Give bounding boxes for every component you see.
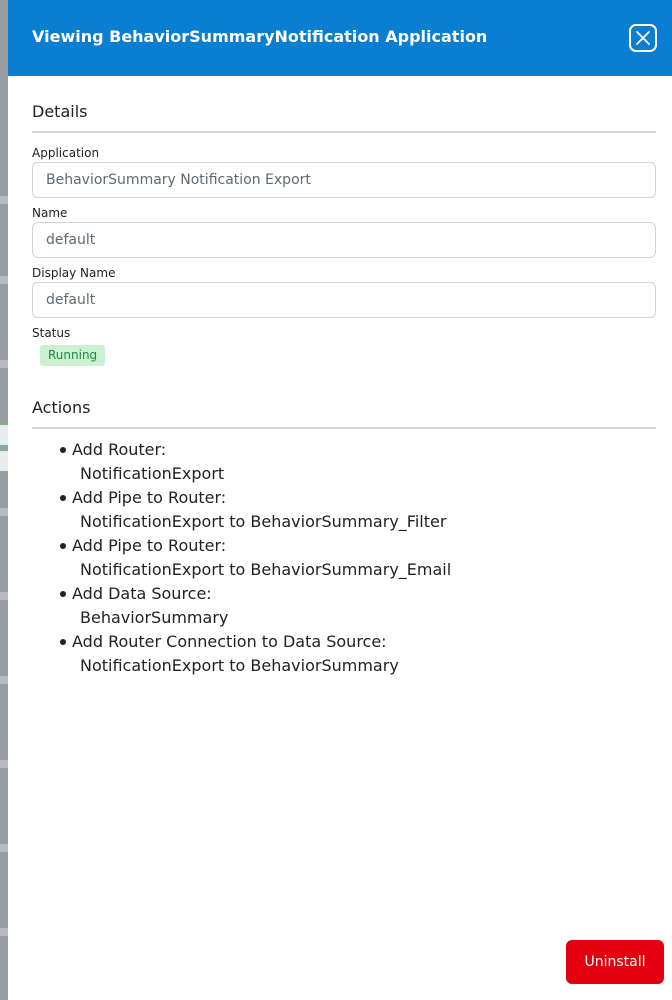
application-label: Application: [32, 146, 100, 160]
bullet-icon: [60, 495, 66, 501]
actions-section-title: Actions: [32, 398, 91, 417]
background-stripe: [0, 196, 8, 204]
action-label: Add Pipe to Router:: [72, 536, 227, 555]
bullet-icon: [60, 591, 66, 597]
action-detail: NotificationExport to BehaviorSummary_Fi…: [80, 512, 447, 531]
application-field[interactable]: BehaviorSummary Notification Export: [32, 162, 656, 198]
panel-header: Viewing BehaviorSummaryNotification Appl…: [8, 0, 672, 76]
action-item: Add Router: NotificationExport: [32, 438, 656, 486]
action-label: Add Router Connection to Data Source:: [72, 632, 387, 651]
actions-list: Add Router: NotificationExport Add Pipe …: [32, 438, 656, 678]
action-label: Add Pipe to Router:: [72, 488, 227, 507]
panel-title: Viewing BehaviorSummaryNotification Appl…: [32, 27, 488, 46]
display-name-field[interactable]: default: [32, 282, 656, 318]
bullet-icon: [60, 447, 66, 453]
background-stripe: [0, 592, 8, 600]
background-stripe: [0, 360, 8, 368]
background-stripe: [0, 676, 8, 684]
status-label: Status: [32, 326, 71, 340]
background-page: [0, 0, 8, 1000]
close-button[interactable]: [629, 24, 657, 52]
action-item: Add Pipe to Router: NotificationExport t…: [32, 486, 656, 534]
background-stripe: [0, 508, 8, 516]
background-cell: [0, 424, 8, 446]
action-item: Add Router Connection to Data Source: No…: [32, 630, 656, 678]
bullet-icon: [60, 639, 66, 645]
action-detail: NotificationExport: [80, 464, 225, 483]
close-icon: [636, 31, 650, 45]
details-divider: [32, 131, 656, 133]
name-label: Name: [32, 206, 68, 220]
action-label: Add Data Source:: [72, 584, 212, 603]
background-stripe: [0, 760, 8, 768]
uninstall-button[interactable]: Uninstall: [566, 940, 664, 984]
background-cell: [0, 450, 8, 472]
action-detail: NotificationExport to BehaviorSummary_Em…: [80, 560, 452, 579]
status-badge: Running: [40, 345, 106, 366]
actions-divider: [32, 427, 656, 429]
action-item: Add Pipe to Router: NotificationExport t…: [32, 534, 656, 582]
action-label: Add Router:: [72, 440, 167, 459]
action-item: Add Data Source: BehaviorSummary: [32, 582, 656, 630]
background-stripe: [0, 844, 8, 852]
bullet-icon: [60, 543, 66, 549]
name-field[interactable]: default: [32, 222, 656, 258]
details-section-title: Details: [32, 102, 88, 121]
action-detail: BehaviorSummary: [80, 608, 229, 627]
action-detail: NotificationExport to BehaviorSummary: [80, 656, 399, 675]
background-stripe: [0, 928, 8, 936]
application-detail-panel: Viewing BehaviorSummaryNotification Appl…: [8, 0, 672, 1000]
display-name-label: Display Name: [32, 266, 116, 280]
background-stripe: [0, 276, 8, 284]
